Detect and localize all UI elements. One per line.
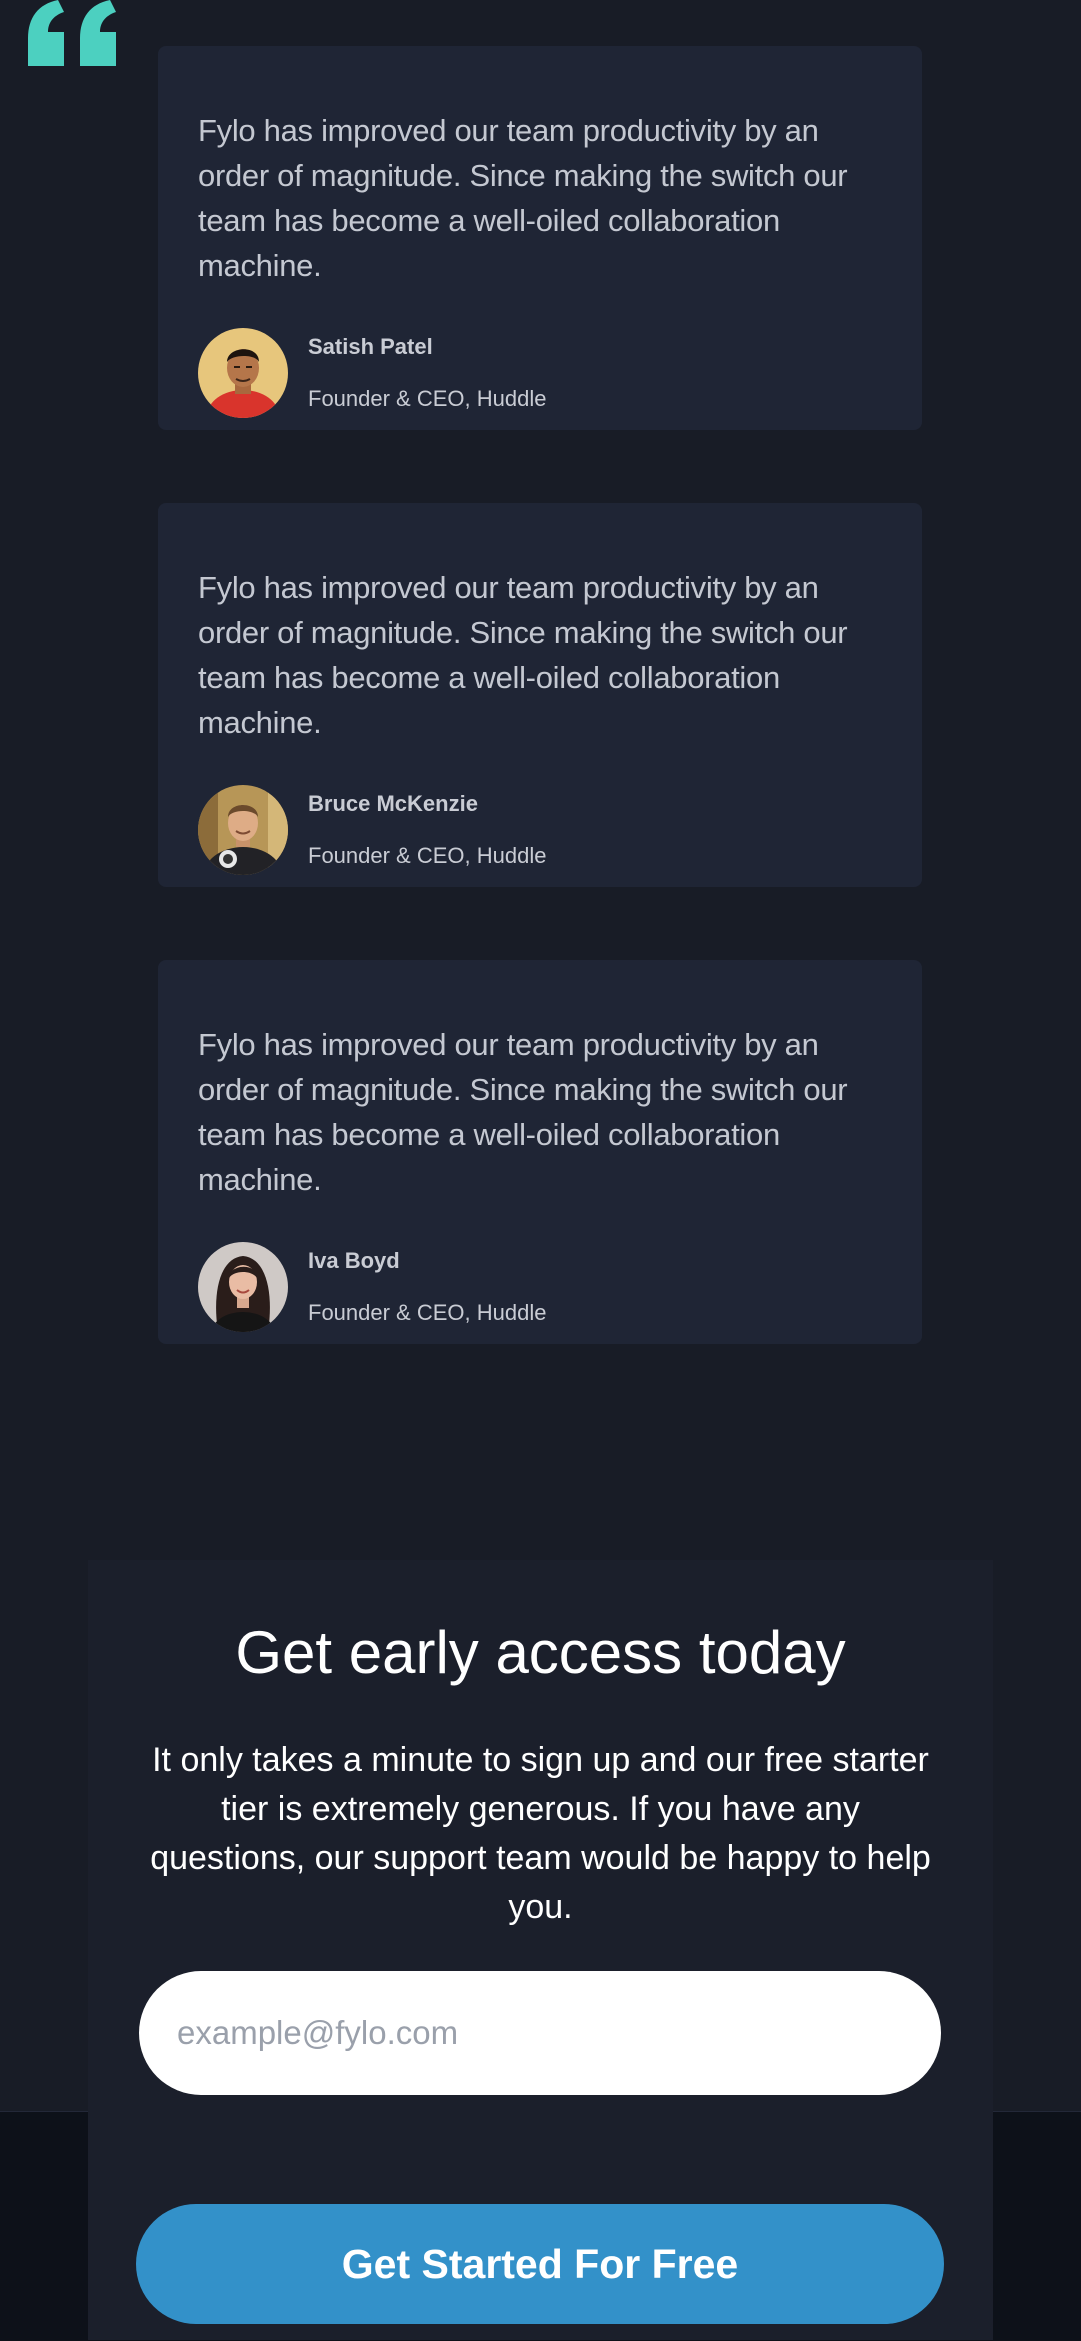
author-role: Founder & CEO, Huddle [308,1300,547,1325]
author-info: Satish Patel Founder & CEO, Huddle [308,334,546,412]
author-role: Founder & CEO, Huddle [308,386,547,411]
testimonial-text: Fylo has improved our team productivity … [198,113,848,283]
quote-icon [28,0,116,66]
page: Fylo has improved our team productivity … [0,0,1081,2341]
testimonial-text: Fylo has improved our team productivity … [198,1027,848,1197]
testimonial-card: Fylo has improved our team productivity … [158,960,922,1344]
avatar [198,328,288,418]
get-started-button[interactable]: Get Started For Free [136,2204,944,2324]
author-name: Bruce McKenzie [308,791,478,816]
early-access-description: It only takes a minute to sign up and ou… [150,1741,931,1926]
author-name: Iva Boyd [308,1248,400,1273]
testimonial-card: Fylo has improved our team productivity … [158,503,922,887]
testimonial-author: Iva Boyd Founder & CEO, Huddle [198,1242,882,1332]
testimonial-text: Fylo has improved our team productivity … [198,570,848,740]
author-name: Satish Patel [308,334,433,359]
early-access-title: Get early access today [235,1619,846,1686]
author-info: Iva Boyd Founder & CEO, Huddle [308,1248,546,1326]
testimonial-card: Fylo has improved our team productivity … [158,46,922,430]
testimonial-author: Satish Patel Founder & CEO, Huddle [198,328,882,418]
avatar [198,785,288,875]
testimonial-author: Bruce McKenzie Founder & CEO, Huddle [198,785,882,875]
author-role: Founder & CEO, Huddle [308,843,547,868]
author-info: Bruce McKenzie Founder & CEO, Huddle [308,791,546,869]
avatar [198,1242,288,1332]
email-input[interactable] [139,1971,941,2095]
